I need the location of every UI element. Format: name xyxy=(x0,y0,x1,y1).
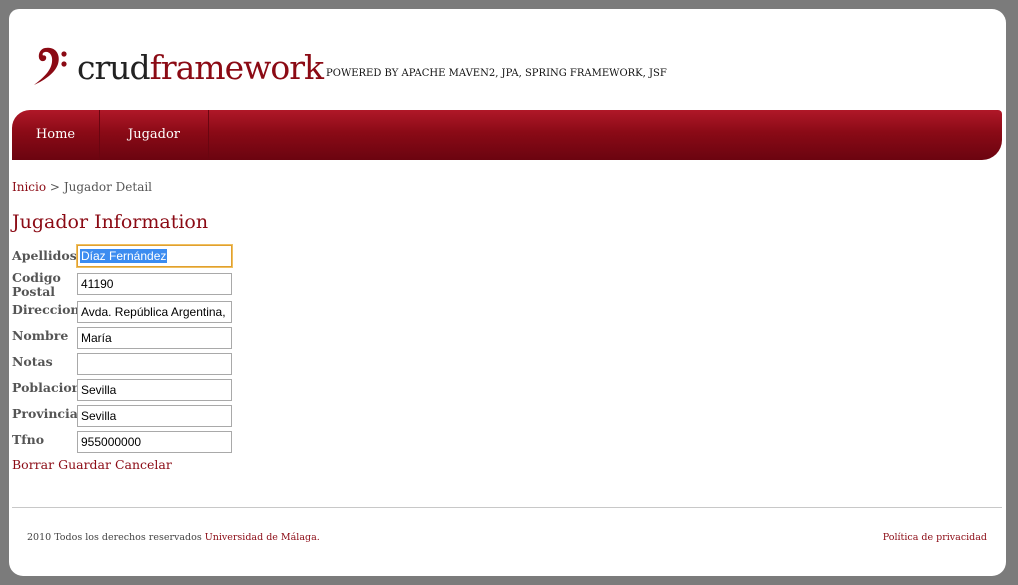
main-nav: Home Jugador xyxy=(12,110,1002,160)
label-provincia: Provincia xyxy=(12,406,78,421)
input-codigo-postal[interactable] xyxy=(77,273,232,295)
input-notas[interactable] xyxy=(77,353,232,375)
label-codigo-postal: Codigo Postal xyxy=(12,270,61,299)
input-nombre[interactable] xyxy=(77,327,232,349)
page-title: Jugador Information xyxy=(12,211,209,233)
privacy-link[interactable]: Política de privacidad xyxy=(883,532,987,543)
tagline: POWERED BY APACHE MAVEN2, JPA, SPRING FR… xyxy=(326,68,667,79)
input-tfno[interactable] xyxy=(77,431,232,453)
logo[interactable]: crudframework POWERED BY APACHE MAVEN2, … xyxy=(31,38,667,88)
breadcrumb-home-link[interactable]: Inicio xyxy=(12,180,46,194)
logo-text-part2: framework xyxy=(149,48,324,87)
save-link[interactable]: Guardar xyxy=(58,457,111,472)
input-apellidos[interactable] xyxy=(77,245,232,267)
bass-clef-icon xyxy=(31,42,71,88)
page: crudframework POWERED BY APACHE MAVEN2, … xyxy=(9,9,1006,576)
input-provincia[interactable] xyxy=(77,405,232,427)
copyright-text: 2010 Todos los derechos reservados xyxy=(27,532,202,543)
label-poblacion: Poblacion xyxy=(12,380,81,395)
label-tfno: Tfno xyxy=(12,432,45,447)
footer-copyright: 2010 Todos los derechos reservados Unive… xyxy=(27,532,320,543)
label-direccion: Direccion xyxy=(12,302,80,317)
university-link[interactable]: Universidad de Málaga. xyxy=(205,532,320,543)
breadcrumb: Inicio > Jugador Detail xyxy=(12,180,152,194)
nav-jugador[interactable]: Jugador xyxy=(100,110,209,160)
label-apellidos: Apellidos xyxy=(12,248,77,263)
form-actions: Borrar Guardar Cancelar xyxy=(12,457,172,472)
cancel-link[interactable]: Cancelar xyxy=(115,457,172,472)
logo-text-part1: crud xyxy=(77,48,151,87)
delete-link[interactable]: Borrar xyxy=(12,457,54,472)
logo-text: crudframework xyxy=(77,48,324,88)
label-nombre: Nombre xyxy=(12,328,69,343)
breadcrumb-current: Jugador Detail xyxy=(63,180,153,194)
input-direccion[interactable] xyxy=(77,301,232,323)
breadcrumb-separator: > xyxy=(49,180,60,194)
input-poblacion[interactable] xyxy=(77,379,232,401)
nav-home[interactable]: Home xyxy=(12,110,100,160)
footer-divider xyxy=(12,507,1002,508)
label-notas: Notas xyxy=(12,354,53,369)
